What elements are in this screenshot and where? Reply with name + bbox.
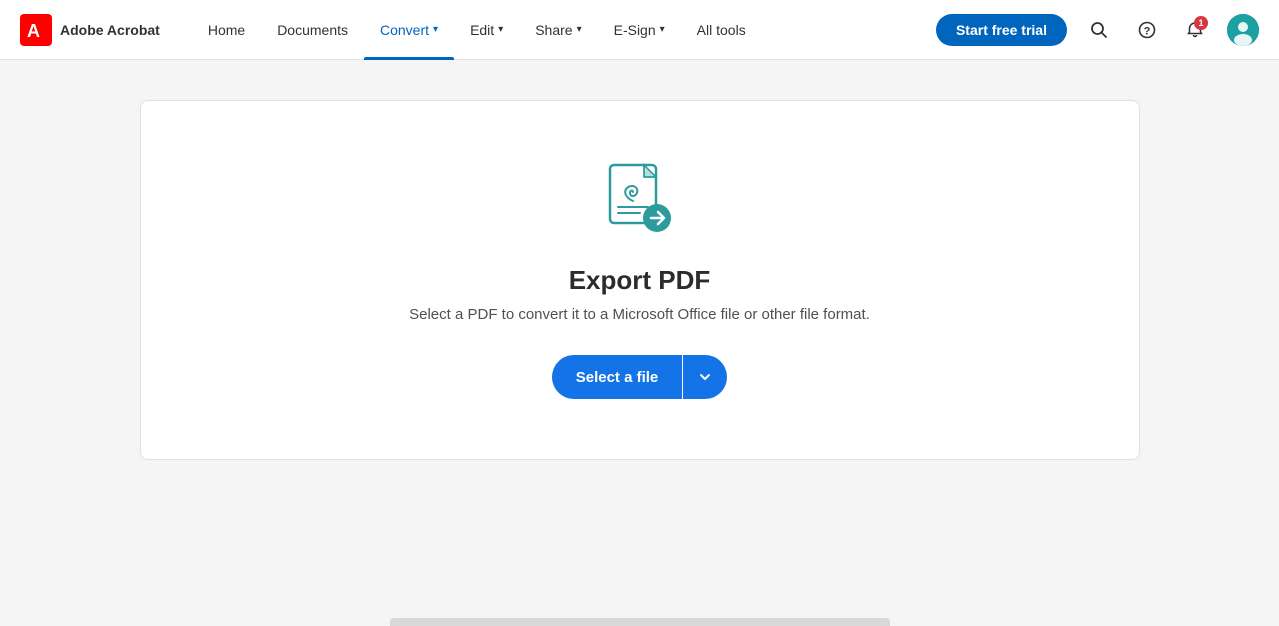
export-pdf-description: Select a PDF to convert it to a Microsof… xyxy=(409,306,870,323)
nav-item-edit[interactable]: Edit ▾ xyxy=(454,0,519,60)
start-trial-button[interactable]: Start free trial xyxy=(936,14,1067,46)
avatar-icon xyxy=(1227,14,1259,46)
convert-chevron-icon: ▾ xyxy=(433,24,438,35)
esign-chevron-icon: ▾ xyxy=(660,24,665,35)
select-file-dropdown-button[interactable] xyxy=(683,355,727,399)
chevron-down-icon xyxy=(697,369,713,385)
export-pdf-icon-container xyxy=(600,161,680,241)
nav-item-home[interactable]: Home xyxy=(192,0,261,60)
share-chevron-icon: ▾ xyxy=(577,24,582,35)
notification-badge: 1 xyxy=(1194,16,1208,30)
nav-item-all-tools[interactable]: All tools xyxy=(681,0,762,60)
svg-text:?: ? xyxy=(1144,25,1151,37)
nav-item-esign[interactable]: E-Sign ▾ xyxy=(598,0,681,60)
help-button[interactable]: ? xyxy=(1131,14,1163,46)
navbar: A Adobe Acrobat Home Documents Convert ▾… xyxy=(0,0,1279,60)
nav-item-convert[interactable]: Convert ▾ xyxy=(364,0,454,60)
brand-name: Adobe Acrobat xyxy=(60,22,160,38)
svg-text:A: A xyxy=(27,21,40,41)
brand-logo[interactable]: A Adobe Acrobat xyxy=(20,14,160,46)
nav-item-share[interactable]: Share ▾ xyxy=(519,0,597,60)
nav-links: Home Documents Convert ▾ Edit ▾ Share ▾ … xyxy=(192,0,936,60)
nav-right: Start free trial ? 1 xyxy=(936,14,1259,46)
acrobat-logo-icon: A xyxy=(20,14,52,46)
user-avatar[interactable] xyxy=(1227,14,1259,46)
export-pdf-title: Export PDF xyxy=(569,265,711,296)
search-button[interactable] xyxy=(1083,14,1115,46)
select-file-button[interactable]: Select a file xyxy=(552,355,683,399)
select-file-group: Select a file xyxy=(552,355,728,399)
bottom-scroll-hint xyxy=(390,618,890,626)
main-content: Export PDF Select a PDF to convert it to… xyxy=(0,60,1279,626)
export-card: Export PDF Select a PDF to convert it to… xyxy=(140,100,1140,460)
notifications-button[interactable]: 1 xyxy=(1179,14,1211,46)
nav-item-documents[interactable]: Documents xyxy=(261,0,364,60)
help-icon: ? xyxy=(1138,21,1156,39)
edit-chevron-icon: ▾ xyxy=(498,24,503,35)
search-icon xyxy=(1090,21,1108,39)
export-pdf-icon xyxy=(600,161,680,241)
